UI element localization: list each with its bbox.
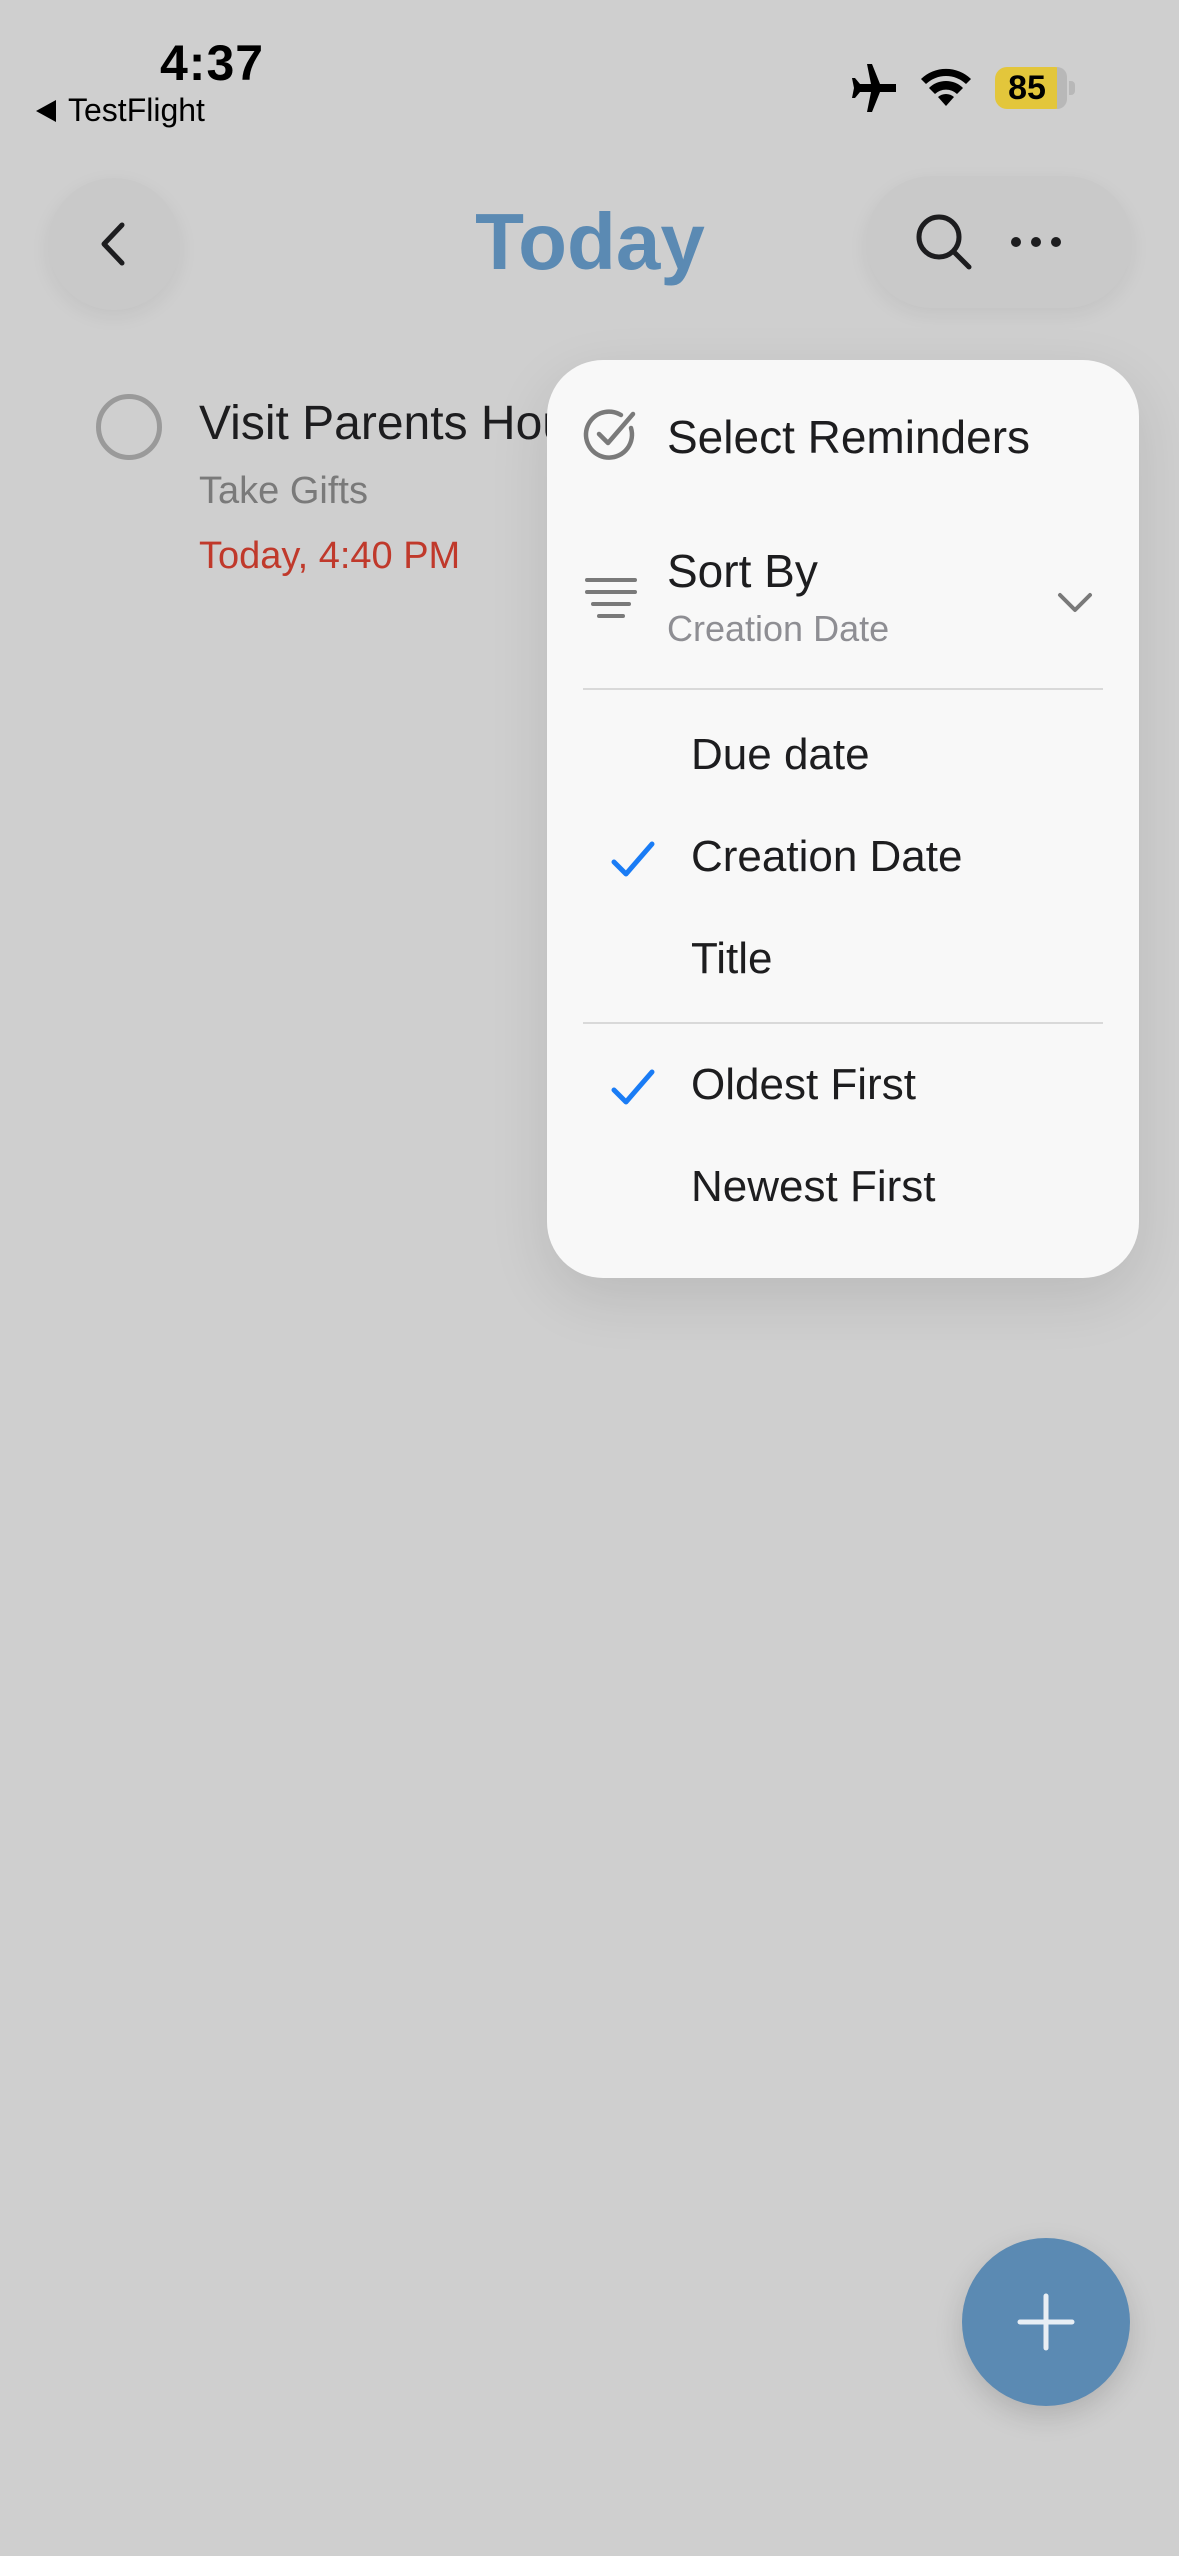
status-time: 4:37: [160, 35, 265, 91]
select-reminders-label: Select Reminders: [667, 411, 1031, 463]
order-option-oldest-first[interactable]: Oldest First: [547, 1032, 1139, 1132]
reminder-title[interactable]: Visit Parents Hou: [199, 396, 569, 451]
back-to-app-link[interactable]: TestFlight: [36, 92, 205, 129]
sort-by-label: Sort By: [667, 545, 818, 597]
nav-actions-group: [866, 176, 1132, 308]
options-menu: Select Reminders Sort By Creation Date D…: [547, 360, 1139, 1278]
sort-option-due-date[interactable]: Due date: [547, 702, 1139, 802]
sort-lines-icon: [585, 578, 637, 618]
back-triangle-icon: [36, 99, 56, 122]
search-icon[interactable]: [914, 212, 974, 272]
page-title: Today: [475, 197, 705, 286]
add-reminder-button[interactable]: [962, 2238, 1130, 2406]
sort-option-title[interactable]: Title: [547, 906, 1139, 1006]
back-button[interactable]: [48, 178, 180, 310]
select-reminders-item[interactable]: Select Reminders: [547, 360, 1139, 490]
checkmark-icon: [611, 1069, 655, 1105]
order-option-label: Newest First: [691, 1162, 936, 1211]
order-option-newest-first[interactable]: Newest First: [547, 1134, 1139, 1234]
sort-option-label: Title: [691, 934, 773, 983]
battery-icon: 85: [995, 67, 1075, 109]
chevron-down-icon: [1058, 593, 1092, 612]
checkmark-circle-icon: [583, 409, 636, 460]
checkmark-icon: [611, 841, 655, 877]
airplane-icon: [852, 64, 896, 112]
sort-by-value: Creation Date: [667, 608, 890, 649]
reminder-complete-circle[interactable]: [96, 394, 162, 460]
reminder-notes: Take Gifts: [199, 470, 368, 512]
screen: 4:37 TestFlight 85 Today Visit Parents H…: [0, 0, 1179, 2556]
sort-option-label: Due date: [691, 730, 870, 779]
ellipsis-icon[interactable]: [1006, 212, 1066, 272]
plus-icon: [1017, 2293, 1075, 2351]
menu-divider: [583, 1022, 1103, 1024]
sort-option-label: Creation Date: [691, 832, 963, 881]
wifi-icon: [921, 68, 971, 106]
sort-by-item[interactable]: Sort By Creation Date: [547, 520, 1139, 680]
order-option-label: Oldest First: [691, 1060, 916, 1109]
back-app-label: TestFlight: [68, 92, 205, 128]
sort-option-creation-date[interactable]: Creation Date: [547, 804, 1139, 904]
chevron-left-icon: [101, 222, 125, 266]
reminder-due-date: Today, 4:40 PM: [199, 535, 461, 577]
menu-divider: [583, 688, 1103, 690]
battery-level: 85: [1008, 69, 1046, 107]
